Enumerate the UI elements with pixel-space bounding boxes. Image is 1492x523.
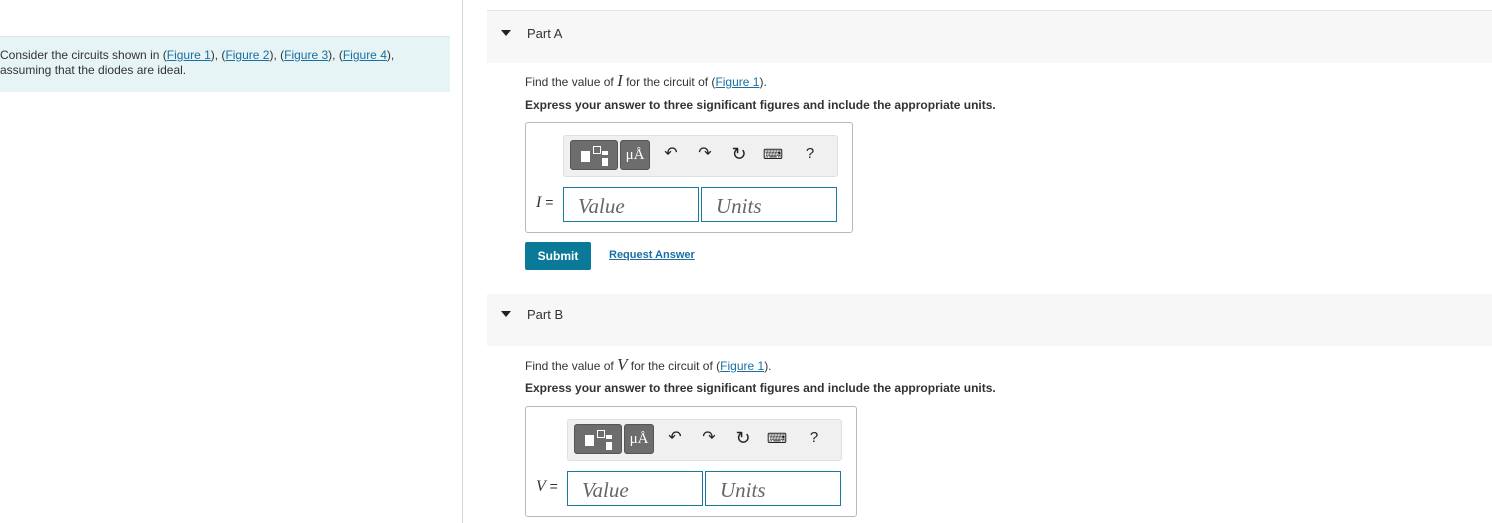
template-icon	[602, 158, 608, 166]
part-b-figure-link[interactable]: Figure 1	[720, 359, 764, 373]
intro-line-2: assuming that the diodes are ideal.	[0, 63, 187, 77]
request-answer-link[interactable]: Request Answer	[609, 249, 695, 261]
figure-4-link[interactable]: Figure 4	[343, 48, 387, 62]
collapse-caret-icon[interactable]	[501, 30, 511, 36]
question-mid: for the circuit of (	[622, 75, 716, 89]
part-a-answer-box: μÅ ↶ ↷ ↻ ⌨ ? I =	[525, 122, 853, 233]
help-button[interactable]: ?	[799, 142, 821, 166]
template-icon	[581, 151, 590, 162]
keyboard-icon[interactable]: ⌨	[762, 142, 784, 166]
part-a-variable-label: I =	[536, 194, 553, 212]
templates-button[interactable]	[570, 140, 618, 170]
intro-prefix: Consider the circuits shown in (	[0, 48, 167, 62]
collapse-caret-icon[interactable]	[501, 311, 511, 317]
equals-sign: =	[549, 478, 558, 494]
template-icon	[597, 430, 605, 438]
units-button[interactable]: μÅ	[620, 140, 650, 170]
value-input[interactable]	[563, 187, 699, 222]
question-variable: V	[617, 355, 628, 374]
intro-sep: ), (	[210, 48, 226, 62]
question-suffix: ).	[764, 359, 772, 373]
variable-symbol: V	[536, 478, 546, 495]
problem-pane: Consider the circuits shown in (Figure 1…	[0, 0, 462, 523]
submit-button[interactable]: Submit	[525, 242, 591, 270]
units-button[interactable]: μÅ	[624, 424, 654, 454]
units-input[interactable]	[701, 187, 837, 222]
value-input[interactable]	[567, 471, 703, 506]
redo-icon[interactable]: ↷	[698, 426, 720, 450]
question-suffix: ).	[759, 75, 767, 89]
intro-sep: ), (	[269, 48, 285, 62]
figure-2-link[interactable]: Figure 2	[225, 48, 269, 62]
question-mid: for the circuit of (	[627, 359, 721, 373]
question-prefix: Find the value of	[525, 75, 618, 89]
problem-statement: Consider the circuits shown in (Figure 1…	[0, 36, 450, 92]
template-icon	[602, 151, 608, 155]
pane-divider[interactable]	[462, 0, 463, 523]
math-toolbar: μÅ ↶ ↷ ↻ ⌨ ?	[563, 135, 838, 177]
template-icon	[585, 435, 594, 446]
undo-icon[interactable]: ↶	[664, 426, 686, 450]
question-prefix: Find the value of	[525, 359, 618, 373]
part-a-instruction: Express your answer to three significant…	[525, 98, 996, 112]
template-icon	[606, 435, 612, 439]
figure-3-link[interactable]: Figure 3	[284, 48, 328, 62]
keyboard-icon[interactable]: ⌨	[766, 426, 788, 450]
undo-icon[interactable]: ↶	[660, 142, 682, 166]
reset-icon[interactable]: ↻	[732, 426, 754, 450]
intro-sep: ), (	[328, 48, 343, 62]
part-b-title: Part B	[527, 307, 564, 322]
figure-1-link[interactable]: Figure 1	[167, 48, 211, 62]
part-a-title: Part A	[527, 26, 563, 41]
intro-suffix: ),	[386, 48, 395, 62]
redo-icon[interactable]: ↷	[694, 142, 716, 166]
part-b-question: Find the value of V for the circuit of (…	[525, 355, 772, 375]
part-b-header[interactable]: Part B	[487, 294, 1492, 346]
math-toolbar: μÅ ↶ ↷ ↻ ⌨ ?	[567, 419, 842, 461]
units-input[interactable]	[705, 471, 841, 506]
part-a-figure-link[interactable]: Figure 1	[715, 75, 759, 89]
templates-button[interactable]	[574, 424, 622, 454]
variable-symbol: I	[536, 194, 542, 211]
part-a-question: Find the value of I for the circuit of (…	[525, 71, 767, 91]
part-b-instruction: Express your answer to three significant…	[525, 381, 996, 395]
reset-icon[interactable]: ↻	[728, 142, 750, 166]
part-b-answer-box: μÅ ↶ ↷ ↻ ⌨ ? V =	[525, 406, 857, 517]
part-b-variable-label: V =	[536, 478, 558, 496]
equals-sign: =	[545, 194, 554, 210]
help-button[interactable]: ?	[803, 426, 825, 450]
template-icon	[593, 146, 601, 154]
template-icon	[606, 442, 612, 450]
part-a-header[interactable]: Part A	[487, 10, 1492, 63]
